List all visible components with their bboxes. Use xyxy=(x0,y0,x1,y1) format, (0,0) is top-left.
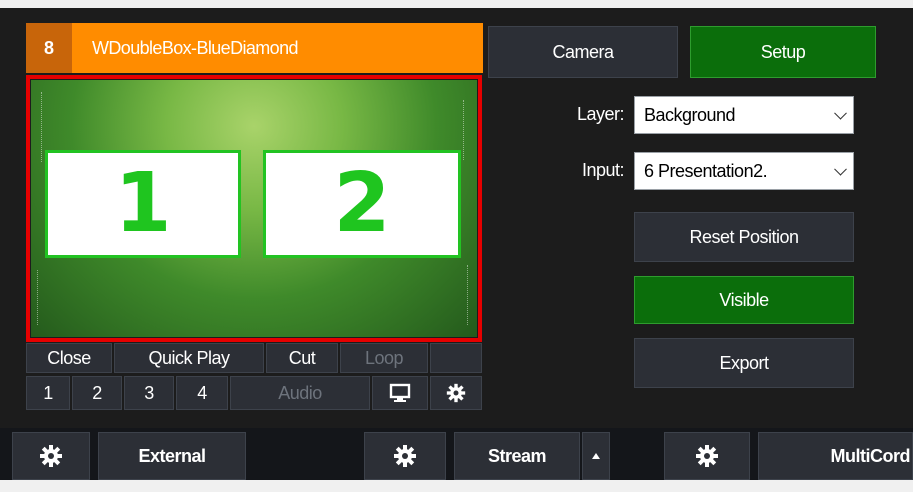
input-title: WDoubleBox-BlueDiamond xyxy=(92,37,299,58)
multicorder-settings-button[interactable] xyxy=(664,432,750,480)
preview-box-1: 1 xyxy=(45,150,241,258)
overlay-2-button[interactable]: 2 xyxy=(72,376,122,410)
input-select-value: 6 Presentation2. xyxy=(644,160,768,181)
preview-box-2: 2 xyxy=(263,150,461,258)
loop-button[interactable]: Loop xyxy=(340,343,428,373)
monitor-icon xyxy=(389,383,411,402)
quick-play-button[interactable]: Quick Play xyxy=(114,343,264,373)
input-label: Input: xyxy=(581,159,625,180)
setup-button[interactable]: Setup xyxy=(690,26,876,78)
camera-button[interactable]: Camera xyxy=(488,26,678,78)
audio-button[interactable]: Audio xyxy=(230,376,370,410)
preview-box-2-number: 2 xyxy=(333,156,391,251)
preview-decoration xyxy=(41,92,42,162)
layer-select-value: Background xyxy=(644,104,736,125)
multicorder-button[interactable]: MultiCord xyxy=(758,432,913,480)
preview-decoration xyxy=(463,100,464,160)
caret-up-icon xyxy=(592,453,600,459)
gear-icon xyxy=(40,445,62,467)
overlay-4-button[interactable]: 4 xyxy=(176,376,228,410)
external-settings-button[interactable] xyxy=(12,432,90,480)
monitor-button[interactable] xyxy=(372,376,428,410)
stream-menu-button[interactable] xyxy=(582,432,610,480)
preview-decoration xyxy=(467,265,468,325)
visible-button[interactable]: Visible xyxy=(634,276,854,324)
layer-label: Layer: xyxy=(576,103,625,124)
close-button[interactable]: Close xyxy=(26,343,112,373)
input-select[interactable]: 6 Presentation2. xyxy=(634,152,854,190)
layer-select[interactable]: Background xyxy=(634,96,854,134)
cut-button[interactable]: Cut xyxy=(266,343,338,373)
stream-button[interactable]: Stream xyxy=(454,432,580,480)
gear-icon xyxy=(394,445,416,467)
gear-icon xyxy=(446,383,466,403)
chevron-down-icon xyxy=(834,106,847,120)
gear-icon xyxy=(696,445,718,467)
export-button[interactable]: Export xyxy=(634,338,854,388)
chevron-down-icon xyxy=(834,162,847,176)
overlay-3-button[interactable]: 3 xyxy=(124,376,174,410)
preview-decoration xyxy=(37,270,38,325)
reset-position-button[interactable]: Reset Position xyxy=(634,212,854,262)
input-settings-button[interactable] xyxy=(430,376,482,410)
external-button[interactable]: External xyxy=(98,432,246,480)
input-number: 8 xyxy=(26,23,72,73)
input-preview[interactable]: 1 2 xyxy=(31,80,477,337)
empty-slot xyxy=(430,343,482,373)
overlay-1-button[interactable]: 1 xyxy=(26,376,70,410)
stream-settings-button[interactable] xyxy=(364,432,446,480)
preview-box-1-number: 1 xyxy=(114,156,172,251)
